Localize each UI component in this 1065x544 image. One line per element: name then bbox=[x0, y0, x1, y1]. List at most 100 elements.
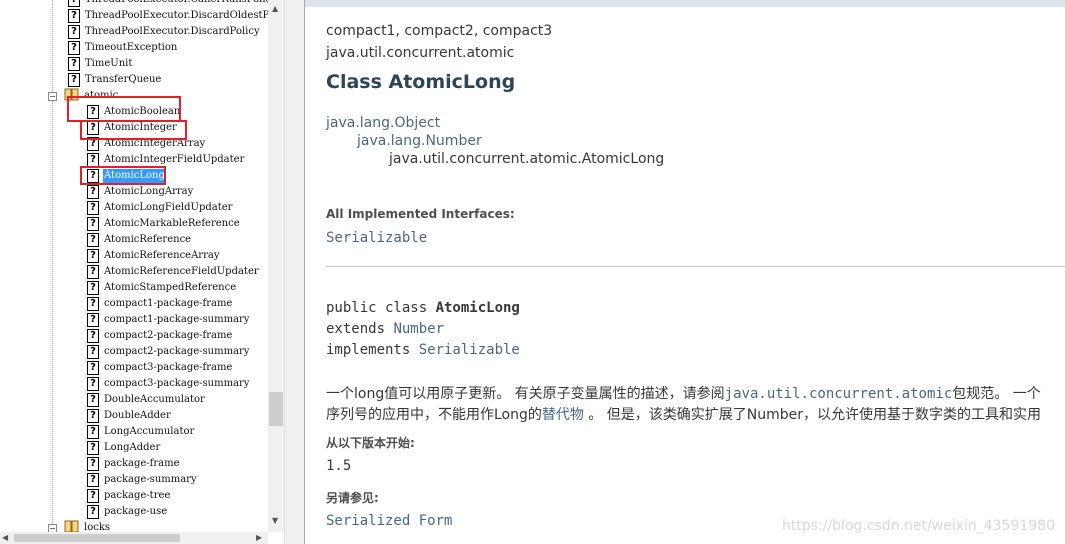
tree-item-label: AtomicReferenceFieldUpdater bbox=[104, 265, 259, 277]
tree-item-label: compact1-package-summary bbox=[104, 313, 250, 325]
help-page-icon: ? bbox=[87, 104, 99, 119]
help-page-icon: ? bbox=[87, 488, 99, 503]
tree-item[interactable]: ? package-frame bbox=[87, 456, 181, 471]
tree-item-label: package-summary bbox=[104, 473, 197, 485]
package-spec-link[interactable]: java.util.concurrent.atomic bbox=[725, 386, 953, 402]
help-page-icon: ? bbox=[87, 184, 99, 199]
collapse-toggle-icon[interactable]: − bbox=[48, 92, 57, 101]
help-page-icon: ? bbox=[87, 232, 99, 247]
extends-link-number[interactable]: Number bbox=[393, 321, 444, 337]
decl-public: public class bbox=[326, 300, 436, 316]
tree-item[interactable]: ? AtomicReferenceArray bbox=[87, 248, 220, 263]
help-page-icon: ? bbox=[68, 40, 80, 55]
tree-item[interactable]: ? LongAdder bbox=[87, 440, 161, 455]
interface-link-serializable[interactable]: Serializable bbox=[326, 230, 427, 246]
doc-content-pane: compact1, compact2, compact3 java.util.c… bbox=[305, 0, 1065, 544]
tree-item-label: compact3-package-frame bbox=[104, 361, 233, 373]
pane-splitter[interactable] bbox=[284, 0, 305, 544]
tree-item[interactable]: ? AtomicIntegerArray bbox=[87, 136, 206, 151]
tree-item-label: compact2-package-frame bbox=[104, 329, 233, 341]
tree-item[interactable]: ? TimeoutException bbox=[68, 40, 178, 55]
inheritance-link-number[interactable]: java.lang.Number bbox=[357, 133, 482, 149]
help-page-icon: ? bbox=[87, 200, 99, 215]
tree-item[interactable]: ? AtomicInteger bbox=[87, 120, 178, 135]
tree-item-label: LongAccumulator bbox=[104, 425, 195, 437]
help-page-icon: ? bbox=[87, 376, 99, 391]
tree-horizontal-scrollbar[interactable]: ◀ ▶ bbox=[0, 532, 268, 544]
tree-scroll-thumb[interactable] bbox=[269, 392, 283, 426]
class-declaration: public class AtomicLong bbox=[326, 300, 520, 316]
tree-item-label: package-tree bbox=[104, 489, 171, 501]
help-page-icon: ? bbox=[87, 296, 99, 311]
tree-item[interactable]: ? compact1-package-summary bbox=[87, 312, 250, 327]
tree-item[interactable]: ? compact2-package-summary bbox=[87, 344, 250, 359]
scroll-right-arrow-icon[interactable]: ▶ bbox=[256, 533, 262, 542]
tree-item[interactable]: ? compact1-package-frame bbox=[87, 296, 233, 311]
tree-folder-locks[interactable]: locks bbox=[64, 520, 111, 532]
tree-item[interactable]: ? AtomicIntegerFieldUpdater bbox=[87, 152, 245, 167]
help-page-icon: ? bbox=[68, 0, 80, 7]
tree-item[interactable]: ? compact3-package-frame bbox=[87, 360, 233, 375]
implements-link-serializable[interactable]: Serializable bbox=[419, 342, 520, 358]
help-page-icon: ? bbox=[87, 504, 99, 519]
help-page-icon: ? bbox=[87, 440, 99, 455]
help-page-icon: ? bbox=[87, 392, 99, 407]
tree-item[interactable]: ? AtomicStampedReference bbox=[87, 280, 237, 295]
scroll-down-arrow-icon[interactable]: ▼ bbox=[272, 516, 278, 525]
help-page-icon: ? bbox=[68, 24, 80, 39]
tree-item[interactable]: ? TransferQueue bbox=[68, 72, 162, 87]
tree-item[interactable]: ? package-tree bbox=[87, 488, 171, 503]
tree-item[interactable]: ? ThreadPoolExecutor.DiscardPolicy bbox=[68, 24, 261, 39]
tree-item[interactable]: ? DoubleAccumulator bbox=[87, 392, 206, 407]
help-page-icon: ? bbox=[87, 152, 99, 167]
tree-item[interactable]: ? compact3-package-summary bbox=[87, 376, 250, 391]
tree-folder-atomic[interactable]: atomic bbox=[64, 88, 119, 103]
tree-item-label: package-use bbox=[104, 505, 168, 517]
class-title: Class AtomicLong bbox=[326, 71, 516, 93]
tree-item[interactable]: ? AtomicReference bbox=[87, 232, 192, 247]
tree-item-label: AtomicMarkableReference bbox=[104, 217, 240, 229]
tree-item[interactable]: ? ThreadPoolExecutor.DiscardOldestPolicy bbox=[68, 8, 268, 23]
help-page-icon: ? bbox=[87, 328, 99, 343]
tree-item-label: compact3-package-summary bbox=[104, 377, 250, 389]
substitute-link[interactable]: 替代物 bbox=[542, 407, 584, 423]
help-page-icon: ? bbox=[87, 120, 99, 135]
tree-folder-label: atomic bbox=[84, 89, 119, 101]
doc-top-band bbox=[305, 0, 1065, 7]
tree-item[interactable]: ? AtomicLongFieldUpdater bbox=[87, 200, 233, 215]
scroll-left-arrow-icon[interactable]: ◀ bbox=[2, 533, 8, 542]
tree-vertical-scrollbar[interactable]: ▲ ▼ bbox=[268, 0, 284, 532]
tree-item-label: AtomicReference bbox=[104, 233, 192, 245]
extends-keyword: extends bbox=[326, 321, 394, 337]
book-folder-icon bbox=[64, 518, 80, 532]
tree-item[interactable]: ? DoubleAdder bbox=[87, 408, 172, 423]
tree-item[interactable]: ? compact2-package-frame bbox=[87, 328, 233, 343]
tree-item[interactable]: ? AtomicLongArray bbox=[87, 184, 194, 199]
tree-hscroll-thumb[interactable] bbox=[14, 534, 180, 542]
tree-item-selected[interactable]: ? AtomicLong bbox=[87, 168, 166, 183]
tree-item[interactable]: ? package-use bbox=[87, 504, 168, 519]
help-tree-pane[interactable]: ? ThreadPoolExecutor.CallerRunsPolicy? Thr… bbox=[0, 0, 268, 532]
tree-item-label: AtomicIntegerFieldUpdater bbox=[104, 153, 245, 165]
help-page-icon: ? bbox=[87, 136, 99, 151]
tree-item-label: AtomicLongArray bbox=[104, 185, 194, 197]
tree-item[interactable]: ? TimeUnit bbox=[68, 56, 133, 71]
tree-item-label: TransferQueue bbox=[85, 73, 162, 85]
tree-item[interactable]: ? AtomicBoolean bbox=[87, 104, 181, 119]
help-page-icon: ? bbox=[87, 360, 99, 375]
tree-item[interactable]: ? LongAccumulator bbox=[87, 424, 195, 439]
tree-item[interactable]: ? ThreadPoolExecutor.CallerRunsPolicy bbox=[68, 0, 268, 7]
desc-text: 序列号的应用中，不能用作Long的 bbox=[326, 407, 542, 423]
help-page-icon: ? bbox=[87, 264, 99, 279]
tree-item[interactable]: ? AtomicMarkableReference bbox=[87, 216, 241, 231]
tree-item-label: LongAdder bbox=[104, 441, 161, 453]
inheritance-link-object[interactable]: java.lang.Object bbox=[326, 115, 440, 131]
collapse-toggle-icon[interactable]: − bbox=[48, 524, 57, 532]
serialized-form-link[interactable]: Serialized Form bbox=[326, 513, 452, 529]
tree-item[interactable]: ? package-summary bbox=[87, 472, 198, 487]
tree-item[interactable]: ? AtomicReferenceFieldUpdater bbox=[87, 264, 260, 279]
help-page-icon: ? bbox=[87, 280, 99, 295]
tree-item-label: AtomicReferenceArray bbox=[104, 249, 220, 261]
package-label: java.util.concurrent.atomic bbox=[326, 45, 515, 61]
scroll-up-arrow-icon[interactable]: ▲ bbox=[272, 4, 278, 13]
